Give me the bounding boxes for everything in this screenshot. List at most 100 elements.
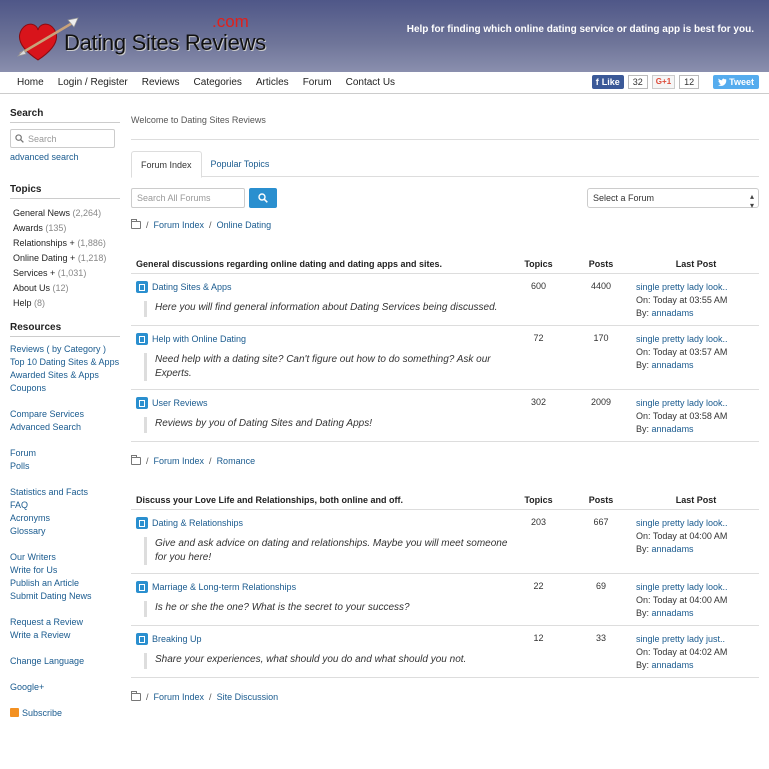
tweet-button[interactable]: Tweet (713, 75, 759, 89)
gplus-count: 12 (679, 75, 700, 89)
spacer (10, 603, 120, 616)
resource-link[interactable]: Coupons (10, 383, 46, 393)
forum-row: Breaking Up Share your experiences, what … (131, 626, 759, 678)
nav-home[interactable]: Home (10, 77, 51, 88)
resource-link[interactable]: Write for Us (10, 565, 57, 575)
forum-name-link[interactable]: Dating & Relationships (152, 518, 243, 528)
last-post-link[interactable]: single pretty lady just.. (636, 634, 725, 644)
crumb-forum-index[interactable]: Forum Index (154, 220, 205, 230)
last-post-link[interactable]: single pretty lady look.. (636, 582, 728, 592)
spacer (10, 668, 120, 681)
resource-link[interactable]: Statistics and Facts (10, 487, 88, 497)
topic-label: Services + (13, 267, 56, 278)
last-post-author-link[interactable]: annadams (652, 608, 694, 618)
resource-link[interactable]: Submit Dating News (10, 591, 92, 601)
col-topics: Topics (524, 494, 553, 505)
last-post-author-link[interactable]: annadams (652, 424, 694, 434)
folder-icon (131, 219, 141, 229)
resource-link[interactable]: Reviews ( by Category ) (10, 344, 106, 354)
forum-name-link[interactable]: Marriage & Long-term Relationships (152, 582, 296, 592)
topics-list: General News (2,264) Awards (135) Relation… (10, 205, 120, 310)
resource-item: Write for Us (10, 564, 120, 577)
crumb-category[interactable]: Romance (217, 456, 256, 466)
crumb-forum-index[interactable]: Forum Index (154, 692, 205, 702)
sidebar-topic[interactable]: About Us (12) (10, 280, 120, 295)
forum-name-link[interactable]: Help with Online Dating (152, 334, 246, 344)
nav-contact-us[interactable]: Contact Us (339, 77, 402, 88)
main-navbar: Home Login / Register Reviews Categories… (0, 72, 769, 94)
nav-categories[interactable]: Categories (187, 77, 249, 88)
resource-link[interactable]: Google+ (10, 682, 44, 692)
forum-last-post: single pretty lady look.. On: Today at 03… (636, 326, 759, 389)
last-post-author-link[interactable]: annadams (652, 360, 694, 370)
nav-forum[interactable]: Forum (296, 77, 339, 88)
topic-count: (1,886) (77, 237, 106, 248)
topics-heading: Topics (10, 184, 120, 199)
resource-item: Reviews ( by Category ) (10, 343, 120, 356)
resource-link[interactable]: Advanced Search (10, 422, 81, 432)
advanced-search-link[interactable]: advanced search (10, 152, 120, 162)
nav-reviews[interactable]: Reviews (135, 77, 187, 88)
last-post-link[interactable]: single pretty lady look.. (636, 518, 728, 528)
forum-last-post: single pretty lady just.. On: Today at 04… (636, 626, 759, 677)
forum-search-input[interactable]: Search All Forums (131, 188, 245, 208)
select-forum-dropdown[interactable]: Select a Forum ▴ ▾ (587, 188, 759, 210)
sidebar-topic[interactable]: General News (2,264) (10, 205, 120, 220)
topic-label: Awards (13, 222, 43, 233)
tab-forum-index[interactable]: Forum Index (131, 151, 202, 178)
last-post-by-label: By: (636, 544, 650, 554)
col-topics: Topics (524, 258, 553, 269)
tab-popular-topics[interactable]: Popular Topics (202, 151, 279, 176)
category-description: Discuss your Love Life and Relationships… (136, 494, 404, 505)
sidebar-topic[interactable]: Awards (135) (10, 220, 120, 235)
last-post-author-link[interactable]: annadams (652, 544, 694, 554)
category-header: Discuss your Love Life and Relationships… (131, 490, 759, 510)
forum-posts-count: 33 (595, 633, 606, 643)
forum-posts-count: 667 (593, 517, 609, 527)
resource-link[interactable]: Forum (10, 448, 36, 458)
crumb-site-discussion[interactable]: Site Discussion (217, 692, 279, 702)
resource-link[interactable]: Acronyms (10, 513, 50, 523)
resource-item: Request a Review (10, 616, 120, 629)
site-logo[interactable]: Dating Sites Reviews .com (16, 10, 266, 66)
forum-name-link[interactable]: Dating Sites & Apps (152, 282, 232, 292)
forum-name-link[interactable]: Breaking Up (152, 634, 202, 644)
resource-link[interactable]: Awarded Sites & Apps (10, 370, 99, 380)
resource-link[interactable]: Publish an Article (10, 578, 79, 588)
resource-item: Acronyms (10, 512, 120, 525)
facebook-like-button[interactable]: f Like (591, 75, 624, 89)
sidebar-topic[interactable]: Online Dating + (1,218) (10, 250, 120, 265)
sidebar-topic[interactable]: Services + (1,031) (10, 265, 120, 280)
resource-link[interactable]: Top 10 Dating Sites & Apps (10, 357, 119, 367)
last-post-author-link[interactable]: annadams (652, 660, 694, 670)
resource-item: Subscribe (10, 707, 120, 720)
resource-link[interactable]: FAQ (10, 500, 28, 510)
resource-link[interactable]: Compare Services (10, 409, 84, 419)
crumb-category[interactable]: Online Dating (217, 220, 272, 230)
nav-articles[interactable]: Articles (249, 77, 296, 88)
forum-board-icon (136, 517, 148, 529)
resource-link[interactable]: Change Language (10, 656, 84, 666)
forum-name-link[interactable]: User Reviews (152, 398, 208, 408)
last-post-link[interactable]: single pretty lady look.. (636, 334, 728, 344)
sidebar-topic[interactable]: Help (8) (10, 295, 120, 310)
resource-link[interactable]: Write a Review (10, 630, 70, 640)
nav-login-register[interactable]: Login / Register (51, 77, 135, 88)
google-plus-button[interactable]: G+1 (651, 75, 676, 89)
resource-link[interactable]: Polls (10, 461, 30, 471)
crumb-forum-index[interactable]: Forum Index (154, 456, 205, 466)
last-post-link[interactable]: single pretty lady look.. (636, 398, 728, 408)
forum-last-post: single pretty lady look.. On: Today at 04… (636, 574, 759, 625)
resource-link[interactable]: Request a Review (10, 617, 83, 627)
forum-search-button[interactable] (249, 188, 277, 208)
resource-link[interactable]: Subscribe (22, 708, 62, 718)
resource-link[interactable]: Our Writers (10, 552, 56, 562)
last-post-author-link[interactable]: annadams (652, 308, 694, 318)
sidebar-search-input[interactable]: Search (10, 129, 115, 148)
last-post-link[interactable]: single pretty lady look.. (636, 282, 728, 292)
forum-row: Dating Sites & Apps Here you will find ge… (131, 274, 759, 326)
rss-icon (10, 708, 19, 717)
resource-link[interactable]: Glossary (10, 526, 46, 536)
sidebar-topic[interactable]: Relationships + (1,886) (10, 235, 120, 250)
breadcrumb: / Forum Index / Romance (131, 454, 759, 468)
